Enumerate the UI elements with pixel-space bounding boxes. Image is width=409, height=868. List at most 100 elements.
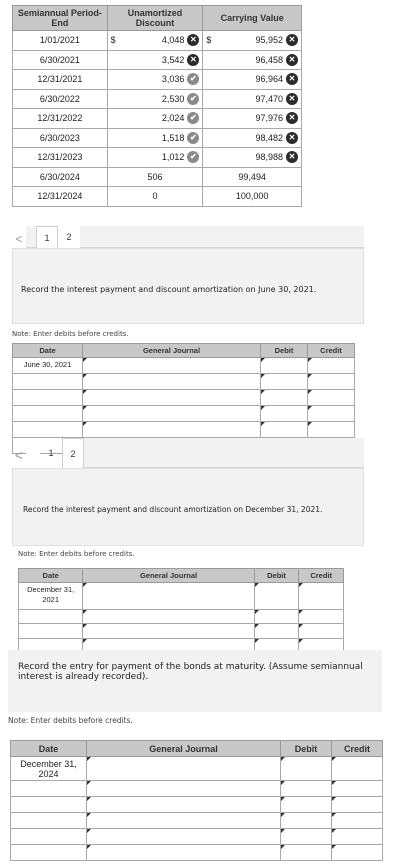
header-credit: Credit	[298, 568, 344, 583]
account-input[interactable]	[83, 422, 260, 437]
discount-value: 3,542	[161, 54, 185, 65]
period-cell: 12/31/2022	[12, 108, 108, 129]
credit-input[interactable]	[308, 390, 354, 405]
carrying-cell[interactable]: 97,470 ✕	[202, 88, 302, 109]
tab-1[interactable]: 1	[36, 226, 58, 248]
account-input[interactable]	[83, 374, 260, 389]
period-cell: 1/01/2021	[12, 30, 108, 51]
account-input[interactable]	[83, 390, 260, 405]
credit-input[interactable]	[308, 374, 354, 389]
journal-row	[12, 389, 355, 406]
discount-cell[interactable]: 506	[106, 166, 204, 187]
debit-input-cell	[260, 405, 308, 422]
debit-input[interactable]	[281, 829, 331, 844]
account-input[interactable]	[87, 797, 280, 812]
close-circle-icon: ✕	[286, 112, 298, 125]
credit-input[interactable]	[299, 624, 343, 637]
discount-cell[interactable]: 3,036 ✔	[106, 69, 204, 90]
credit-input[interactable]	[332, 829, 382, 844]
prev-tab-arrow[interactable]: <	[12, 230, 26, 248]
note-text: Note: Enter debits before credits.	[8, 716, 133, 725]
debit-input[interactable]	[281, 757, 331, 780]
account-input[interactable]	[87, 845, 280, 860]
account-input-cell	[82, 357, 261, 374]
header-debit: Debit	[253, 568, 300, 583]
date-cell	[17, 623, 84, 639]
discount-cell[interactable]: 2,024 ✔	[106, 108, 204, 129]
carrying-cell[interactable]: 100,000	[202, 186, 302, 207]
credit-input[interactable]	[332, 845, 382, 860]
carrying-value: 97,976	[255, 113, 283, 124]
carrying-cell[interactable]: 98,482 ✕	[202, 127, 302, 148]
account-input[interactable]	[87, 829, 280, 844]
discount-cell[interactable]: $4,048 ✕	[106, 30, 204, 51]
carrying-cell[interactable]: 96,458 ✕	[202, 49, 302, 70]
journal-row	[10, 828, 383, 845]
amortization-table: Semiannual Period-End Unamortized Discou…	[12, 5, 302, 207]
credit-input[interactable]	[299, 610, 343, 623]
debit-input-cell	[260, 421, 308, 438]
credit-input[interactable]	[308, 406, 354, 421]
journal-panel-2: < 1 2 Record the interest payment and di…	[12, 438, 364, 682]
debit-input[interactable]	[261, 358, 307, 373]
debit-input[interactable]	[261, 406, 307, 421]
account-input[interactable]	[83, 358, 260, 373]
date-cell	[10, 844, 87, 861]
credit-input[interactable]	[332, 813, 382, 828]
tab-2[interactable]: 2	[58, 226, 80, 248]
account-input[interactable]	[83, 406, 260, 421]
journal-panel-3: Record the entry for payment of the bond…	[8, 650, 383, 861]
discount-cell[interactable]: 1,012 ✔	[106, 147, 204, 168]
carrying-cell[interactable]: 97,976 ✕	[202, 108, 302, 129]
discount-cell[interactable]: 3,542 ✕	[106, 49, 204, 70]
credit-input-cell	[331, 780, 383, 797]
date-cell	[12, 389, 83, 406]
table-row: 12/31/2021 3,036 ✔ 96,964 ✕	[12, 69, 302, 90]
carrying-cell[interactable]: $95,952 ✕	[202, 30, 302, 51]
discount-value: 1,012	[161, 152, 185, 163]
debit-input[interactable]	[281, 845, 331, 860]
carrying-value: 99,494	[238, 171, 266, 182]
debit-input[interactable]	[261, 422, 307, 437]
account-input[interactable]	[87, 757, 280, 780]
journal-row	[12, 405, 355, 422]
debit-input[interactable]	[254, 610, 299, 623]
credit-input[interactable]	[308, 358, 354, 373]
credit-input[interactable]	[332, 757, 382, 780]
discount-cell[interactable]: 0	[106, 186, 204, 207]
header-credit: Credit	[331, 740, 383, 757]
credit-input[interactable]	[332, 781, 382, 796]
carrying-cell[interactable]: 98,988 ✕	[202, 147, 302, 168]
date-cell: December 31, 2024	[10, 756, 87, 781]
carrying-value-wrap: 97,976 ✕	[206, 109, 298, 128]
prev-tab-arrow[interactable]: <	[12, 442, 26, 468]
carrying-cell[interactable]: 96,964 ✕	[202, 69, 302, 90]
account-input[interactable]	[87, 813, 280, 828]
debit-input[interactable]	[261, 374, 307, 389]
table-row: 6/30/2024 506 99,494	[12, 166, 302, 187]
credit-input-cell	[331, 828, 383, 845]
debit-input[interactable]	[281, 813, 331, 828]
credit-input[interactable]	[308, 422, 354, 437]
date-cell	[10, 828, 87, 845]
date-cell: December 31, 2021	[17, 582, 84, 610]
close-circle-icon: ✕	[286, 34, 298, 47]
tab-2[interactable]: 2	[62, 438, 84, 468]
account-input-cell	[86, 796, 281, 813]
discount-cell[interactable]: 2,530 ✔	[106, 88, 204, 109]
account-input[interactable]	[83, 583, 253, 609]
debit-input[interactable]	[281, 781, 331, 796]
credit-input[interactable]	[332, 797, 382, 812]
debit-input[interactable]	[254, 624, 299, 637]
debit-input[interactable]	[261, 390, 307, 405]
journal-row	[12, 373, 355, 390]
account-input[interactable]	[83, 624, 253, 637]
carrying-cell[interactable]: 99,494	[202, 166, 302, 187]
tab-1[interactable]: 1	[40, 438, 62, 468]
account-input[interactable]	[87, 781, 280, 796]
debit-input[interactable]	[254, 583, 299, 609]
debit-input[interactable]	[281, 797, 331, 812]
credit-input[interactable]	[299, 583, 343, 609]
discount-cell[interactable]: 1,518 ✔	[106, 127, 204, 148]
account-input[interactable]	[83, 610, 253, 623]
